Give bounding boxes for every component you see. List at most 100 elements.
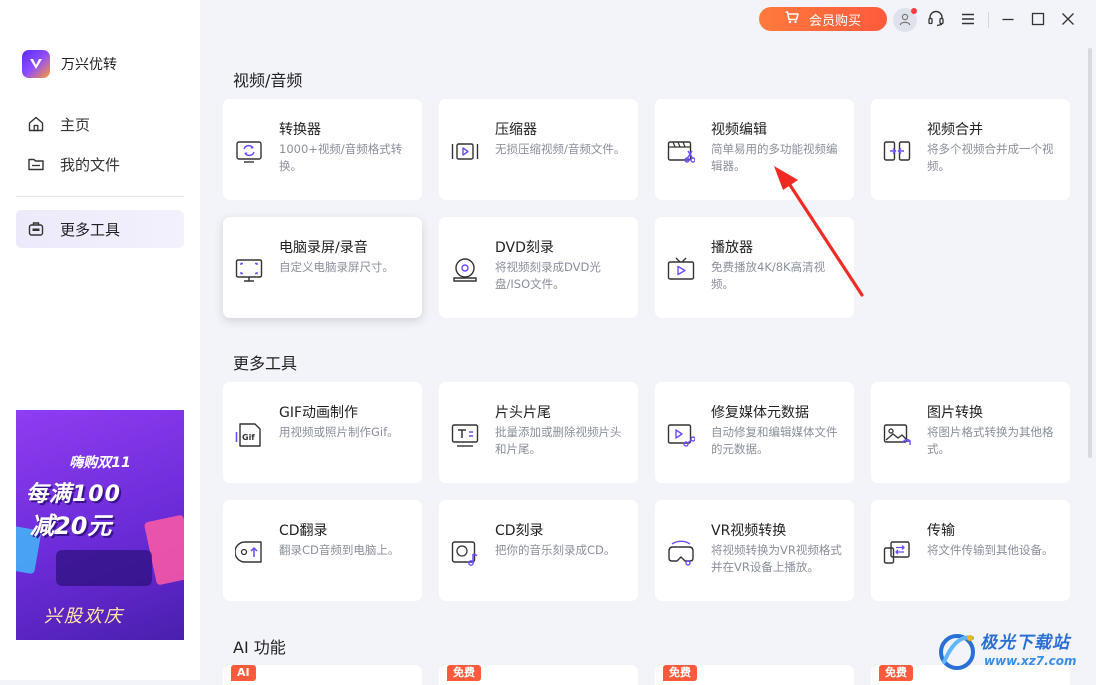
support-button[interactable] (924, 8, 948, 32)
card-title: CD翻录 (279, 523, 328, 539)
headset-icon (927, 9, 945, 31)
folder-icon (26, 154, 46, 174)
card-title: 视频编辑 (711, 122, 767, 138)
tool-card-converter[interactable]: 转换器 1000+视频/音频格式转换。 (223, 99, 422, 200)
watermark: 极光下载站 www.xz7.com (936, 624, 1092, 678)
card-title: 传输 (927, 523, 955, 539)
scrollbar[interactable] (1088, 48, 1092, 458)
intro-outro-icon (451, 424, 479, 447)
card-title: 转换器 (279, 122, 321, 138)
sidebar-item-label: 更多工具 (60, 220, 121, 239)
tool-card-image-converter[interactable]: 图片转换 将图片格式转换为其他格式。 (871, 382, 1070, 483)
card-description: 将多个视频合并成一个视频。 (927, 142, 1054, 173)
notification-dot (911, 8, 917, 14)
card-description: 自动修复和编辑媒体文件的元数据。 (711, 425, 838, 456)
tool-card-screen-recorder[interactable]: 电脑录屏/录音 自定义电脑录屏尺寸。 (223, 217, 422, 318)
sidebar-item-label: 我的文件 (60, 155, 121, 174)
card-title: 视频合并 (927, 122, 983, 138)
sidebar-item-label: 主页 (60, 115, 91, 134)
ai-tool-card[interactable]: 免费 (655, 665, 854, 685)
promo-banner[interactable]: 嗨购双11 每满100 减20元 兴股欢庆 (16, 410, 184, 640)
card-description: 将文件传输到其他设备。 (927, 543, 1054, 557)
maximize-icon (1031, 11, 1045, 30)
section-title-ai: AI 功能 (233, 638, 286, 657)
card-description: 将视频转换为VR视频格式并在VR设备上播放。 (711, 543, 842, 574)
user-avatar-button[interactable] (893, 8, 917, 32)
card-title: 图片转换 (927, 405, 983, 421)
ai-tool-card[interactable]: AI (223, 665, 422, 685)
promo-line: 嗨购双11 (69, 455, 131, 471)
free-badge: 免费 (879, 665, 913, 681)
tool-card-video-merge[interactable]: 视频合并 将多个视频合并成一个视频。 (871, 99, 1070, 200)
card-title: 压缩器 (495, 122, 537, 138)
titlebar-separator (988, 12, 989, 28)
tool-card-gif-maker[interactable]: Gif GIF动画制作 用视频或照片制作Gif。 (223, 382, 422, 483)
app-logo-icon (22, 50, 50, 78)
tool-card-dvd-burner[interactable]: DVD刻录 将视频刻录成DVD光盘/ISO文件。 (439, 217, 638, 318)
vip-purchase-label: 会员购买 (808, 13, 861, 29)
gif-icon: Gif (235, 423, 261, 447)
merge-icon (883, 141, 911, 161)
toolbox-icon (26, 219, 46, 239)
cart-icon (785, 10, 799, 28)
card-title: DVD刻录 (495, 240, 554, 256)
menu-button[interactable] (956, 8, 980, 32)
close-button[interactable] (1056, 8, 1080, 32)
compress-icon (451, 143, 479, 160)
card-description: 1000+视频/音频格式转换。 (279, 142, 403, 173)
sidebar-divider (16, 196, 184, 197)
card-description: 把你的音乐刻录成CD。 (495, 543, 616, 557)
tool-card-cd-ripper[interactable]: CD翻录 翻录CD音频到电脑上。 (223, 500, 422, 601)
ai-tool-card[interactable]: 免费 (439, 665, 638, 685)
card-description: 将图片格式转换为其他格式。 (927, 425, 1054, 456)
section-title-more-tools: 更多工具 (233, 354, 298, 373)
maximize-button[interactable] (1026, 8, 1050, 32)
card-title: 电脑录屏/录音 (279, 240, 368, 256)
free-badge: 免费 (447, 665, 481, 681)
card-title: VR视频转换 (711, 523, 787, 539)
home-icon (26, 114, 46, 134)
vip-purchase-button[interactable]: 会员购买 (759, 7, 887, 31)
user-icon (898, 11, 912, 30)
card-title: 片头片尾 (495, 405, 551, 421)
close-icon (1061, 11, 1075, 30)
minimize-icon (1001, 11, 1015, 30)
hamburger-icon (960, 11, 976, 30)
video-edit-icon (667, 141, 695, 163)
card-description: 用视频或照片制作Gif。 (279, 425, 399, 439)
card-description: 批量添加或删除视频片头和片尾。 (495, 425, 622, 456)
image-convert-icon (883, 424, 911, 445)
promo-decoration (56, 550, 152, 586)
screen-record-icon (235, 259, 263, 282)
ai-badge: AI (231, 665, 256, 681)
player-icon (667, 257, 695, 280)
minimize-button[interactable] (996, 8, 1020, 32)
card-description: 无损压缩视频/音频文件。 (495, 142, 626, 156)
tool-card-fix-metadata[interactable]: 修复媒体元数据 自动修复和编辑媒体文件的元数据。 (655, 382, 854, 483)
card-description: 自定义电脑录屏尺寸。 (279, 260, 394, 274)
tool-card-compressor[interactable]: 压缩器 无损压缩视频/音频文件。 (439, 99, 638, 200)
transfer-icon (883, 541, 910, 564)
sidebar: 万兴优转 主页 我的文件 更多工具 嗨购双11 每满100 减20元 兴股欢庆 (0, 0, 200, 680)
metadata-icon (667, 424, 695, 447)
sidebar-item-files[interactable]: 我的文件 (16, 145, 184, 183)
dvd-icon (453, 258, 477, 282)
watermark-text: 极光下载站 (980, 633, 1070, 653)
card-description: 翻录CD音频到电脑上。 (279, 543, 400, 557)
promo-line: 减20元 (30, 512, 112, 540)
annotation-arrow (774, 166, 864, 297)
card-title: CD刻录 (495, 523, 544, 539)
sidebar-item-home[interactable]: 主页 (16, 105, 184, 143)
watermark-logo-icon (939, 634, 975, 670)
tool-card-vr-converter[interactable]: VR视频转换 将视频转换为VR视频格式并在VR设备上播放。 (655, 500, 854, 601)
tool-card-intro-outro[interactable]: 片头片尾 批量添加或删除视频片头和片尾。 (439, 382, 638, 483)
cd-burn-icon (451, 541, 478, 566)
tool-card-transfer[interactable]: 传输 将文件传输到其他设备。 (871, 500, 1070, 601)
sidebar-item-more-tools[interactable]: 更多工具 (16, 210, 184, 248)
free-badge: 免费 (663, 665, 697, 681)
watermark-url: www.xz7.com (984, 654, 1077, 668)
app-name: 万兴优转 (61, 57, 117, 73)
tool-card-cd-burner[interactable]: CD刻录 把你的音乐刻录成CD。 (439, 500, 638, 601)
convert-icon (236, 141, 262, 163)
section-title-video-audio: 视频/音频 (233, 71, 303, 90)
